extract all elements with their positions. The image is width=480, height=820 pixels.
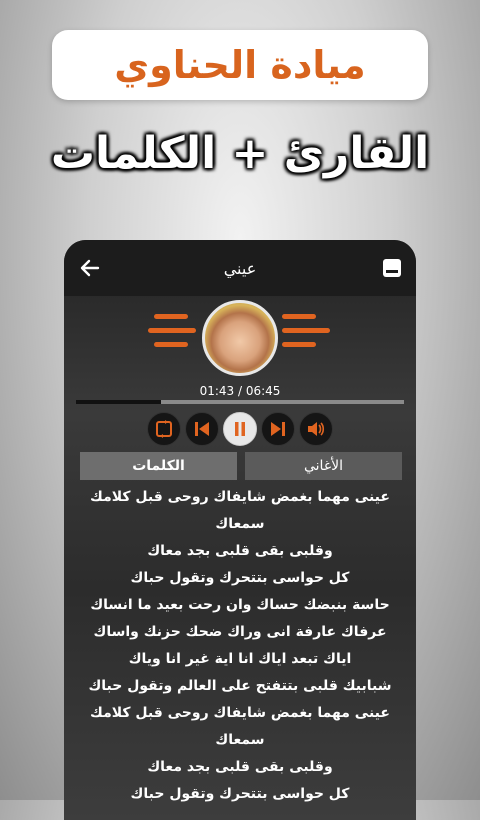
app-header: عيني bbox=[64, 240, 416, 296]
lyrics-panel: عينى مهما بغمض شايفاك روحى قبل كلامك سمع… bbox=[64, 484, 416, 808]
phone-screen: عيني 01:43 / 06:45 الكلمات الأغاني عينى … bbox=[64, 240, 416, 820]
next-button[interactable] bbox=[261, 412, 295, 446]
equalizer-bars-left bbox=[148, 314, 196, 356]
lyric-line: اياك تبعد اياك انا اية غير انا وياك bbox=[128, 651, 352, 667]
artist-banner: ميادة الحناوي bbox=[52, 30, 428, 100]
previous-icon bbox=[195, 422, 209, 436]
lyric-line: وقلبى بقى قلبى بجد معاك bbox=[147, 543, 333, 559]
lyric-line: عينى مهما بغمض شايفاك روحى قبل كلامك bbox=[90, 489, 390, 505]
menu-icon[interactable] bbox=[382, 258, 402, 278]
album-art-area bbox=[64, 296, 416, 386]
lyric-line: شبابيك قلبى بتتفتح على العالم وتقول حباك bbox=[88, 678, 392, 694]
feature-subtitle: القارئ + الكلمات bbox=[50, 128, 430, 179]
lyric-line: سمعاك bbox=[215, 732, 265, 748]
repeat-button[interactable] bbox=[147, 412, 181, 446]
lyric-line: حاسة بنبضك حساك وان رحت بعيد ما انساك bbox=[90, 597, 390, 613]
next-icon bbox=[271, 422, 285, 436]
lyric-line: سمعاك bbox=[215, 516, 265, 532]
artist-name: ميادة الحناوي bbox=[114, 43, 366, 87]
tab-bar: الكلمات الأغاني bbox=[80, 452, 402, 480]
playback-time: 01:43 / 06:45 bbox=[199, 384, 281, 398]
lyric-line: كل حواسى بتتحرك وتقول حباك bbox=[130, 786, 350, 802]
lyric-line: عرفاك عارفة انى وراك ضحك حزنك واساك bbox=[93, 624, 387, 640]
lyric-line: عينى مهما بغمض شايفاك روحى قبل كلامك bbox=[90, 705, 390, 721]
artist-avatar bbox=[202, 300, 278, 376]
progress-bar[interactable] bbox=[76, 400, 404, 404]
song-title: عيني bbox=[223, 258, 257, 278]
repeat-icon bbox=[156, 420, 172, 438]
back-arrow-icon[interactable] bbox=[78, 256, 102, 280]
player-controls bbox=[64, 412, 416, 448]
progress-fill bbox=[76, 400, 162, 404]
volume-button[interactable] bbox=[299, 412, 333, 446]
tab-lyrics[interactable]: الكلمات bbox=[80, 452, 237, 480]
equalizer-bars-right bbox=[282, 314, 330, 356]
lyric-line: كل حواسى بتتحرك وتقول حباك bbox=[130, 570, 350, 586]
tab-songs[interactable]: الأغاني bbox=[245, 452, 402, 480]
previous-button[interactable] bbox=[185, 412, 219, 446]
lyric-line: وقلبى بقى قلبى بجد معاك bbox=[147, 759, 333, 775]
pause-button[interactable] bbox=[223, 412, 257, 446]
volume-icon bbox=[308, 422, 325, 436]
pause-icon bbox=[235, 422, 245, 436]
